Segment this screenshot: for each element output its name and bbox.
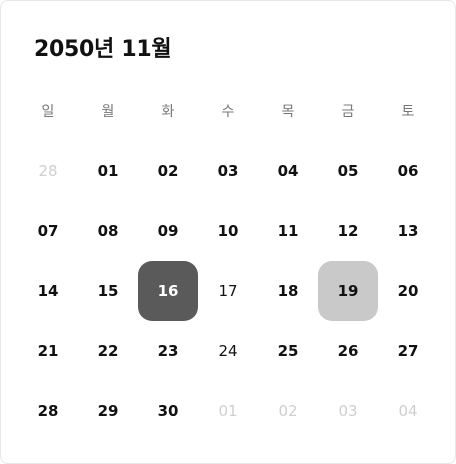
day-number[interactable]: 18	[258, 261, 318, 321]
weekday-wed: 수	[221, 104, 235, 120]
day-cell[interactable]: 09	[138, 201, 198, 261]
day-outside-month[interactable]: 04	[378, 381, 438, 441]
day-number[interactable]: 29	[78, 381, 138, 441]
day-cell[interactable]: 16	[138, 261, 198, 321]
day-cell[interactable]: 02	[258, 381, 318, 441]
calendar-grid: 일 월 화 수 목 금 토 28 01 02 03 04 05 06 07 08 09 10 11 12…	[18, 81, 438, 441]
day-cell[interactable]: 01	[78, 141, 138, 201]
day-cell[interactable]: 15	[78, 261, 138, 321]
day-cell[interactable]: 17	[198, 261, 258, 321]
day-outside-month[interactable]: 03	[318, 381, 378, 441]
day-cell[interactable]: 08	[78, 201, 138, 261]
day-cell[interactable]: 22	[78, 321, 138, 381]
day-cell[interactable]: 10	[198, 201, 258, 261]
day-number[interactable]: 21	[18, 321, 78, 381]
day-number[interactable]: 26	[318, 321, 378, 381]
day-number[interactable]: 02	[138, 141, 198, 201]
weekday-mon: 월	[101, 104, 115, 120]
day-number[interactable]: 06	[378, 141, 438, 201]
day-number[interactable]: 09	[138, 201, 198, 261]
day-number[interactable]: 23	[138, 321, 198, 381]
day-cell[interactable]: 25	[258, 321, 318, 381]
day-cell[interactable]: 29	[78, 381, 138, 441]
day-cell[interactable]: 30	[138, 381, 198, 441]
day-number[interactable]: 07	[18, 201, 78, 261]
day-number[interactable]: 25	[258, 321, 318, 381]
day-cell[interactable]: 02	[138, 141, 198, 201]
day-selected[interactable]: 16	[138, 261, 198, 321]
day-cell[interactable]: 05	[318, 141, 378, 201]
weekday-sun: 일	[41, 104, 55, 120]
day-number[interactable]: 11	[258, 201, 318, 261]
day-outside-month[interactable]: 02	[258, 381, 318, 441]
day-number[interactable]: 10	[198, 201, 258, 261]
day-number[interactable]: 30	[138, 381, 198, 441]
day-cell[interactable]: 28	[18, 141, 78, 201]
day-cell[interactable]: 24	[198, 321, 258, 381]
day-cell[interactable]: 20	[378, 261, 438, 321]
day-cell[interactable]: 07	[18, 201, 78, 261]
day-cell[interactable]: 12	[318, 201, 378, 261]
day-cell[interactable]: 06	[378, 141, 438, 201]
day-number[interactable]: 20	[378, 261, 438, 321]
day-cell[interactable]: 28	[18, 381, 78, 441]
day-cell[interactable]: 21	[18, 321, 78, 381]
calendar-title: 2050년 11월	[34, 37, 172, 62]
day-number[interactable]: 12	[318, 201, 378, 261]
day-cell[interactable]: 03	[198, 141, 258, 201]
day-cell[interactable]: 01	[198, 381, 258, 441]
day-number[interactable]: 22	[78, 321, 138, 381]
day-cell[interactable]: 04	[258, 141, 318, 201]
day-cell[interactable]: 04	[378, 381, 438, 441]
day-number[interactable]: 24	[198, 321, 258, 381]
weekday-sat: 토	[401, 104, 415, 120]
day-cell[interactable]: 23	[138, 321, 198, 381]
day-cell[interactable]: 13	[378, 201, 438, 261]
day-cell[interactable]: 27	[378, 321, 438, 381]
day-number[interactable]: 08	[78, 201, 138, 261]
day-cell[interactable]: 26	[318, 321, 378, 381]
day-cell[interactable]: 19	[318, 261, 378, 321]
day-cell[interactable]: 14	[18, 261, 78, 321]
weekday-tue: 화	[161, 104, 175, 120]
day-number[interactable]: 14	[18, 261, 78, 321]
weekday-fri: 금	[341, 104, 355, 120]
day-cell[interactable]: 03	[318, 381, 378, 441]
day-outside-month[interactable]: 28	[18, 141, 78, 201]
day-number[interactable]: 13	[378, 201, 438, 261]
day-number[interactable]: 04	[258, 141, 318, 201]
day-number[interactable]: 17	[198, 261, 258, 321]
calendar-card: 2050년 11월 일 월 화 수 목 금 토 28 01 02 03 04 05 06 07…	[0, 0, 456, 464]
day-number[interactable]: 15	[78, 261, 138, 321]
day-number[interactable]: 01	[78, 141, 138, 201]
day-number[interactable]: 05	[318, 141, 378, 201]
day-number[interactable]: 03	[198, 141, 258, 201]
day-cell[interactable]: 11	[258, 201, 318, 261]
day-number[interactable]: 28	[18, 381, 78, 441]
day-outside-month[interactable]: 01	[198, 381, 258, 441]
weekday-thu: 목	[281, 104, 295, 120]
day-number[interactable]: 27	[378, 321, 438, 381]
day-highlighted[interactable]: 19	[318, 261, 378, 321]
day-cell[interactable]: 18	[258, 261, 318, 321]
